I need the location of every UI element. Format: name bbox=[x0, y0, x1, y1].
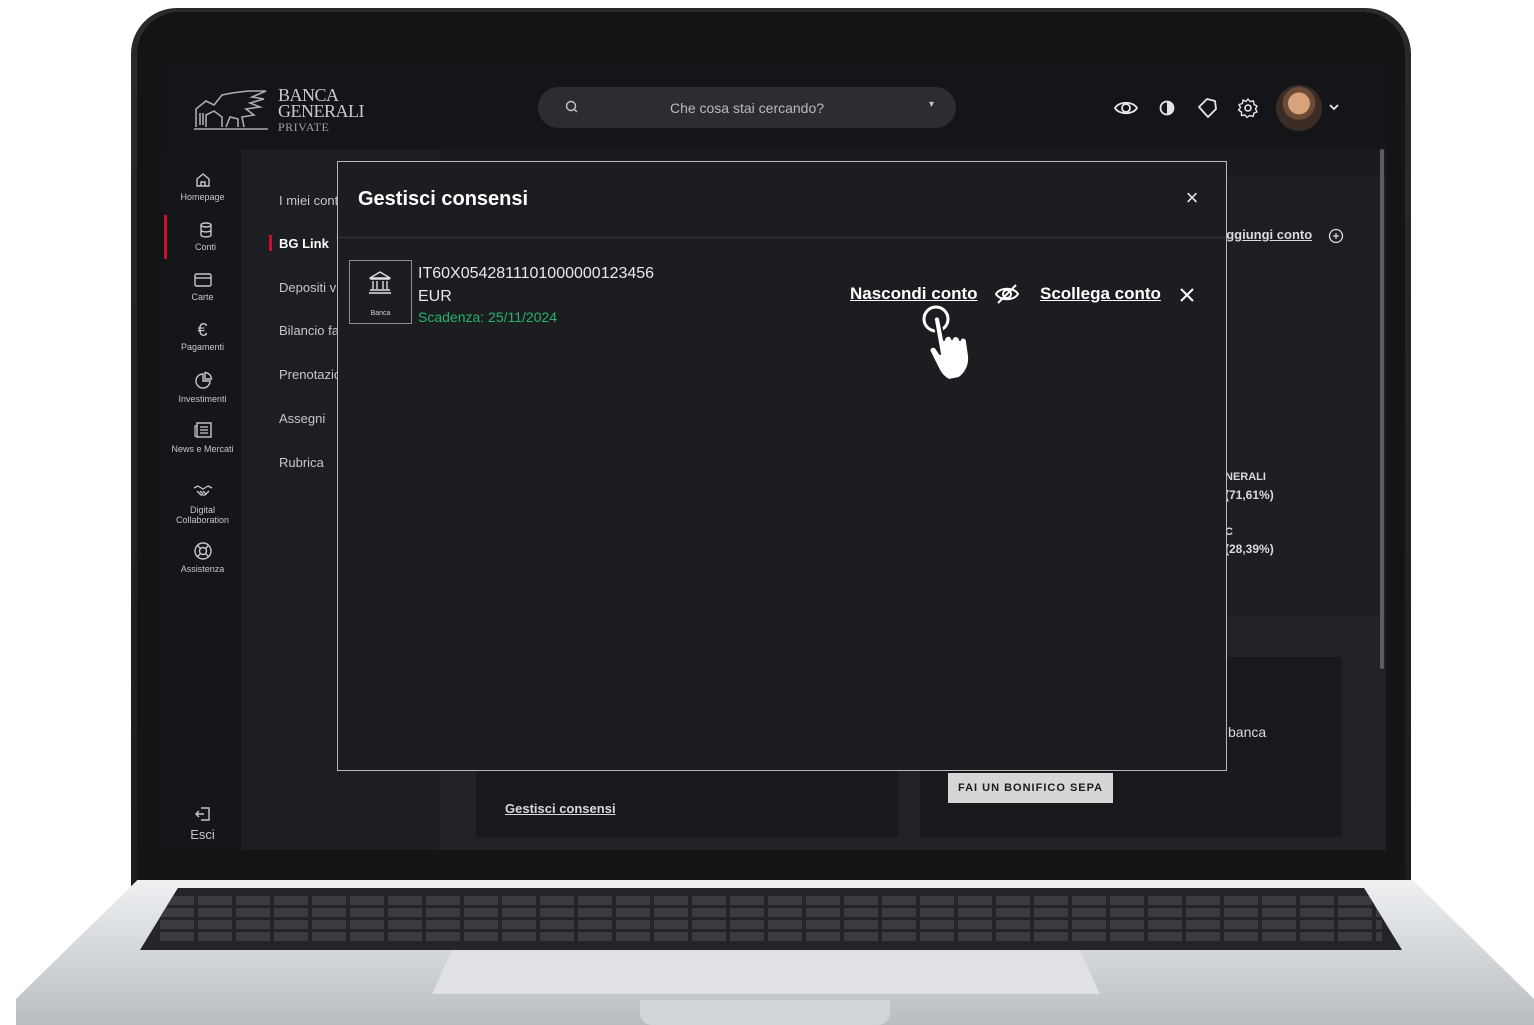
brand-line-2: GENERALI bbox=[278, 101, 364, 121]
transfer-card-text: banca bbox=[1228, 724, 1267, 740]
page-scrollbar[interactable] bbox=[1380, 149, 1384, 669]
newspaper-icon bbox=[193, 422, 212, 438]
rail-item-label: Pagamenti bbox=[180, 342, 225, 352]
chevron-down-icon[interactable] bbox=[1328, 101, 1340, 113]
tag-icon[interactable] bbox=[1194, 95, 1220, 121]
rail-item-label: Investimenti bbox=[178, 394, 227, 404]
rail-item-homepage[interactable]: Homepage bbox=[164, 171, 241, 202]
contrast-icon[interactable] bbox=[1154, 95, 1180, 121]
account-iban: IT60X0542811101000000123456 bbox=[418, 265, 655, 282]
rail-item-label: News e Mercati bbox=[171, 444, 234, 454]
pie-chart-icon bbox=[194, 371, 212, 389]
close-icon[interactable] bbox=[1178, 286, 1196, 304]
hide-account-link[interactable]: Nascondi conto bbox=[850, 284, 978, 304]
bank-icon bbox=[369, 271, 391, 294]
rail-item-pagamenti[interactable]: € Pagamenti bbox=[164, 321, 241, 352]
account-expiry: Scadenza: 25/11/2024 bbox=[418, 309, 558, 325]
rail-item-carte[interactable]: Carte bbox=[164, 271, 241, 302]
search-dropdown-icon[interactable]: ▾ bbox=[929, 99, 934, 110]
eye-icon[interactable] bbox=[1113, 95, 1139, 121]
card-icon bbox=[193, 273, 212, 287]
rail-item-label: Homepage bbox=[180, 192, 225, 202]
rail-item-label: Digital Collaboration bbox=[175, 505, 230, 525]
brand-line-3: PRIVATE bbox=[278, 120, 330, 134]
home-icon bbox=[195, 173, 210, 187]
subnav-item-miei-conti[interactable]: I miei conti bbox=[279, 193, 341, 208]
gear-icon[interactable] bbox=[1235, 95, 1261, 121]
subnav-item-assegni[interactable]: Assegni bbox=[279, 411, 325, 426]
top-bar: BANCA GENERALI PRIVATE Che cosa stai cer… bbox=[164, 63, 1386, 149]
unlink-account-link[interactable]: Scollega conto bbox=[1040, 284, 1161, 304]
rail-item-label: Conti bbox=[194, 242, 216, 252]
manage-consents-link[interactable]: Gestisci consensi bbox=[505, 801, 616, 816]
bank-logo: Banca bbox=[349, 260, 412, 324]
handshake-icon bbox=[193, 485, 212, 496]
add-circle-icon[interactable] bbox=[1328, 228, 1344, 244]
legend-label-1: NERALI bbox=[1225, 471, 1266, 483]
rail-item-news[interactable]: News e Mercati bbox=[164, 421, 241, 454]
sepa-transfer-button[interactable]: FAI UN BONIFICO SEPA bbox=[948, 773, 1114, 803]
manage-consents-modal: Gestisci consensi × Banca IT60X054281110… bbox=[337, 161, 1227, 771]
brand-wordmark: BANCA GENERALI PRIVATE bbox=[278, 86, 364, 135]
app-screen: BANCA GENERALI PRIVATE Che cosa stai cer… bbox=[164, 63, 1386, 850]
laptop-trackpad bbox=[432, 950, 1100, 994]
rail-item-investimenti[interactable]: Investimenti bbox=[164, 371, 241, 404]
logout-label: Esci bbox=[190, 827, 215, 842]
search-bar[interactable]: Che cosa stai cercando? ▾ bbox=[538, 87, 956, 128]
add-account-link[interactable]: aggiungi conto bbox=[1219, 227, 1312, 242]
subnav-item-bg-link[interactable]: BG Link bbox=[279, 236, 329, 251]
close-icon[interactable]: × bbox=[1182, 187, 1202, 209]
legend-value-1: (71,61%) bbox=[1225, 488, 1274, 502]
search-input[interactable]: Che cosa stai cercando? bbox=[538, 100, 956, 116]
pointer-hand-icon bbox=[922, 305, 971, 381]
database-icon bbox=[199, 222, 212, 238]
left-rail: Homepage Conti Carte € Pagamenti Investi… bbox=[164, 149, 241, 850]
winged-lion-icon bbox=[194, 90, 268, 130]
rail-item-conti[interactable]: Conti bbox=[164, 215, 244, 259]
rail-item-label: Assistenza bbox=[180, 564, 225, 574]
subnav-item-rubrica[interactable]: Rubrica bbox=[279, 455, 324, 470]
logout-icon bbox=[194, 807, 210, 821]
rail-item-label: Carte bbox=[191, 292, 214, 302]
legend-value-2: (28,39%) bbox=[1225, 542, 1274, 556]
euro-icon: € bbox=[197, 320, 208, 340]
rail-item-digital-collaboration[interactable]: Digital Collaboration bbox=[164, 482, 241, 525]
add-account-label: aggiungi conto bbox=[1219, 227, 1313, 242]
eye-off-icon[interactable] bbox=[993, 282, 1021, 306]
laptop-keyboard bbox=[140, 888, 1402, 950]
logout-button[interactable]: Esci bbox=[164, 805, 241, 842]
account-currency: EUR bbox=[418, 288, 452, 305]
avatar[interactable] bbox=[1276, 85, 1322, 131]
bank-label: Banca bbox=[370, 310, 391, 317]
rail-item-assistenza[interactable]: Assistenza bbox=[164, 541, 241, 574]
lifebuoy-icon bbox=[193, 542, 212, 560]
laptop-notch bbox=[640, 1000, 890, 1025]
modal-divider bbox=[338, 237, 1226, 238]
brand-logo[interactable]: BANCA GENERALI PRIVATE bbox=[192, 86, 372, 135]
subnav-active-marker bbox=[269, 235, 272, 251]
modal-title: Gestisci consensi bbox=[358, 188, 529, 210]
